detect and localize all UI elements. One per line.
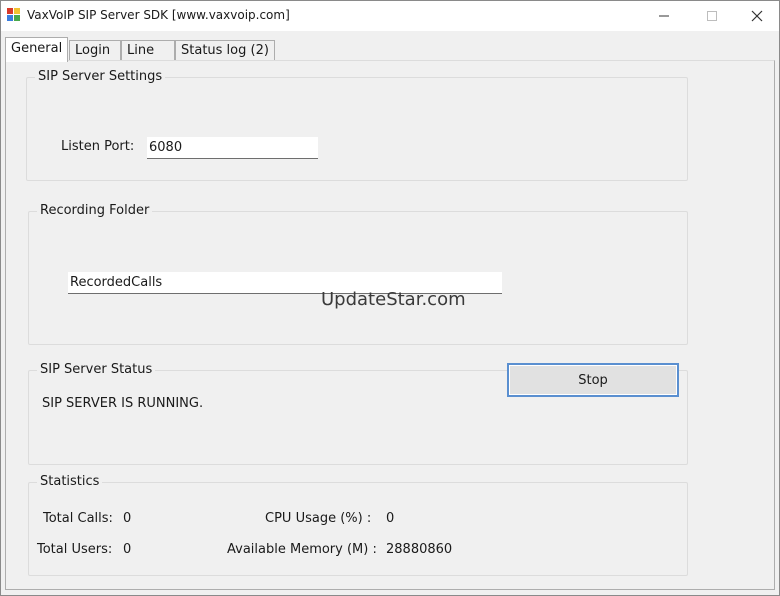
total-users-value: 0 [123,542,132,557]
listen-port-input[interactable]: 6080 [147,137,318,159]
window-title: VaxVoIP SIP Server SDK [www.vaxvoip.com] [27,8,290,22]
available-memory-value: 28880860 [386,542,453,557]
tab-status-log[interactable]: Status log (2) [175,40,275,61]
statistics-group: Statistics [28,474,688,576]
cpu-usage-label: CPU Usage (%) : [265,511,372,526]
listen-port-label: Listen Port: [61,139,135,154]
app-window: VaxVoIP SIP Server SDK [www.vaxvoip.com]… [0,0,780,596]
close-icon [751,10,763,22]
total-users-label: Total Users: [37,542,113,557]
sip-settings-group: SIP Server Settings [26,69,688,181]
server-status-message: SIP SERVER IS RUNNING. [42,396,204,411]
minimize-button[interactable] [641,1,687,31]
server-status-title: SIP Server Status [37,362,156,377]
title-bar[interactable]: VaxVoIP SIP Server SDK [www.vaxvoip.com] [1,1,779,31]
tab-login[interactable]: Login [69,40,121,61]
minimize-icon [659,15,669,17]
cpu-usage-value: 0 [386,511,395,526]
watermark-text: UpdateStar.com [321,289,466,310]
maximize-icon [707,11,717,21]
total-calls-label: Total Calls: [43,511,113,526]
tab-general[interactable]: General [5,37,69,62]
close-button[interactable] [734,1,780,31]
maximize-button[interactable] [689,1,735,31]
tab-strip: General Login Line Status log (2) [3,37,779,62]
available-memory-label: Available Memory (M) : [227,542,377,557]
tab-line[interactable]: Line [121,40,175,61]
stop-button[interactable]: Stop [507,363,679,397]
sip-settings-title: SIP Server Settings [35,69,166,84]
total-calls-value: 0 [123,511,132,526]
recording-folder-title: Recording Folder [37,203,153,218]
statistics-title: Statistics [37,474,103,489]
app-icon [7,8,21,22]
